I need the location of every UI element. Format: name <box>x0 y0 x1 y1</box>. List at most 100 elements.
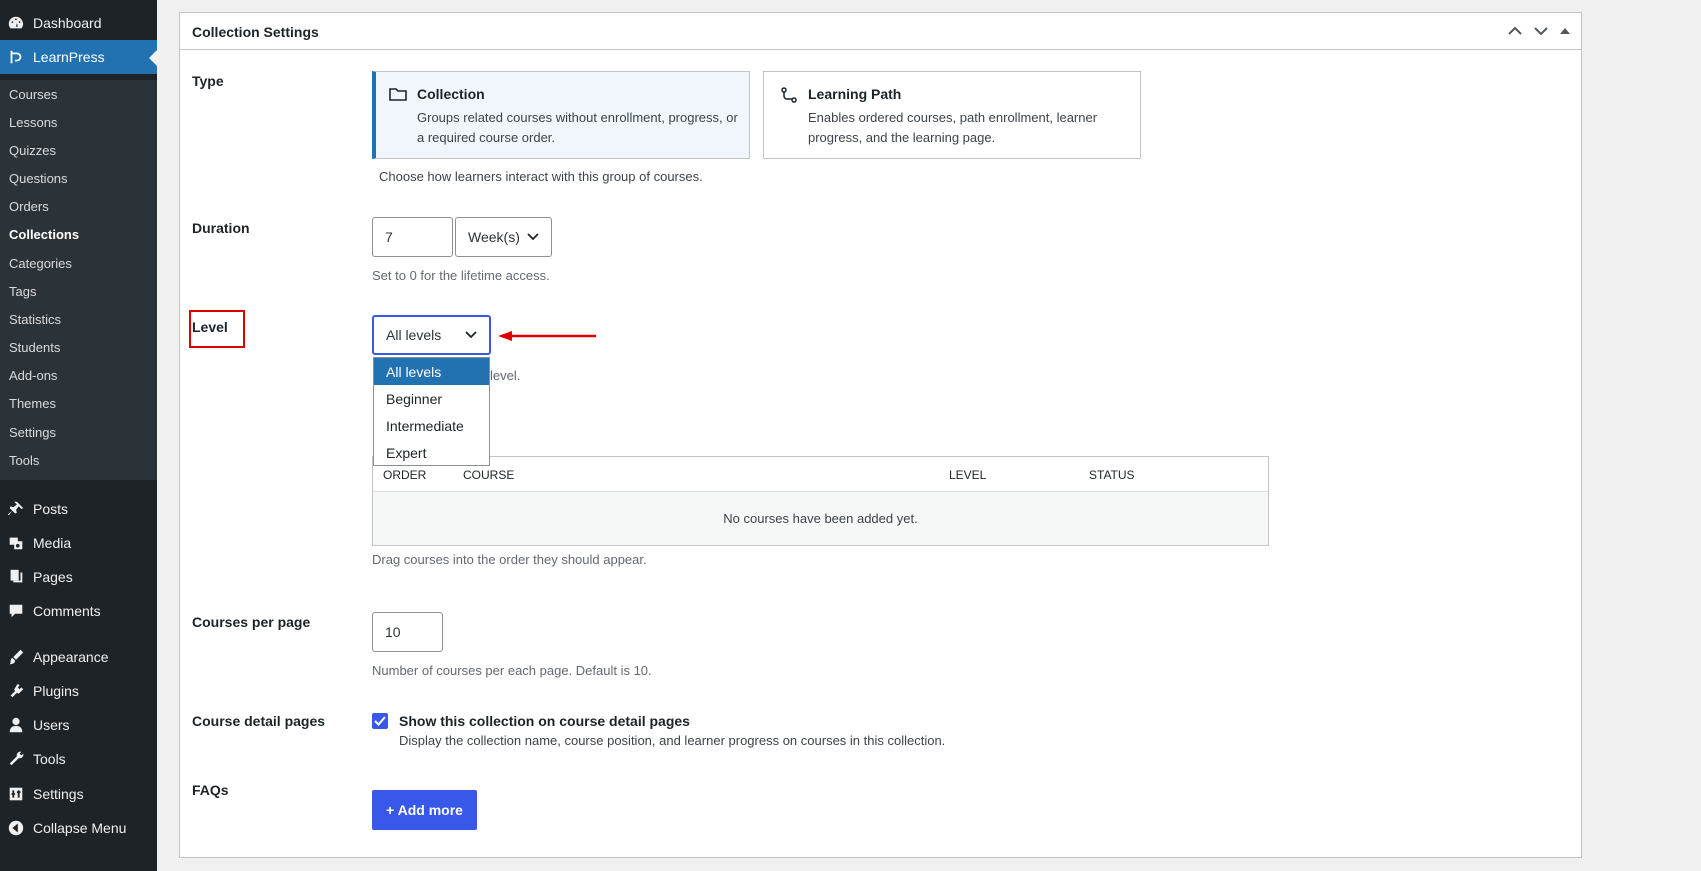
menu-label: Settings <box>33 786 84 802</box>
submenu-collections[interactable]: Collections <box>9 227 79 242</box>
toggle-panel-icon[interactable] <box>1555 21 1575 41</box>
users-icon <box>6 715 26 735</box>
menu-label: LearnPress <box>33 49 105 65</box>
menu-posts[interactable]: Posts <box>0 492 157 526</box>
course-detail-label: Course detail pages <box>192 713 326 729</box>
comments-icon <box>6 601 26 621</box>
duration-label: Duration <box>192 220 250 236</box>
menu-label: Collapse Menu <box>33 820 127 836</box>
annotation-arrow <box>498 331 596 341</box>
duration-help-text: Set to 0 for the lifetime access. <box>372 268 550 283</box>
dashboard-icon <box>6 13 26 33</box>
show-on-course-detail-checkbox[interactable] <box>372 713 388 729</box>
route-icon <box>780 86 798 104</box>
menu-label: Users <box>33 717 70 733</box>
checkbox-label[interactable]: Show this collection on course detail pa… <box>399 713 690 729</box>
submenu-questions[interactable]: Questions <box>9 171 68 186</box>
collapse-icon <box>6 818 26 838</box>
column-header-course: COURSE <box>463 468 515 482</box>
level-select[interactable]: All levels <box>372 315 491 355</box>
menu-label: Plugins <box>33 683 79 699</box>
menu-learnpress[interactable]: LearnPress <box>0 40 157 74</box>
courses-table: ORDER COURSE LEVEL STATUS No courses hav… <box>372 456 1269 546</box>
menu-pages[interactable]: Pages <box>0 560 157 594</box>
metabox-header: Collection Settings <box>180 13 1581 50</box>
submenu-settings[interactable]: Settings <box>9 425 56 440</box>
menu-tools[interactable]: Tools <box>0 742 157 776</box>
menu-appearance[interactable]: Appearance <box>0 640 157 674</box>
admin-sidebar: Dashboard LearnPress Courses Lessons Qui… <box>0 0 157 871</box>
settings-icon <box>6 784 26 804</box>
submenu-courses[interactable]: Courses <box>9 87 57 102</box>
type-option-collection[interactable]: Collection Groups related courses withou… <box>372 71 750 159</box>
submenu-themes[interactable]: Themes <box>9 396 56 411</box>
level-option-all-levels[interactable]: All levels <box>374 358 489 385</box>
menu-label: Appearance <box>33 649 109 665</box>
pin-icon <box>6 499 26 519</box>
metabox-title: Collection Settings <box>192 24 319 40</box>
level-option-expert[interactable]: Expert <box>374 439 489 466</box>
chevron-down-icon <box>527 233 539 241</box>
move-down-icon[interactable] <box>1531 21 1551 41</box>
move-up-icon[interactable] <box>1505 21 1525 41</box>
courses-per-page-help-text: Number of courses per each page. Default… <box>372 663 652 678</box>
courses-table-help-text: Drag courses into the order they should … <box>372 552 647 567</box>
learnpress-icon <box>6 47 26 67</box>
submenu-tools[interactable]: Tools <box>9 453 39 468</box>
submenu-students[interactable]: Students <box>9 340 60 355</box>
menu-label: Pages <box>33 569 73 585</box>
type-option-description: Groups related courses without enrollmen… <box>417 110 738 145</box>
menu-users[interactable]: Users <box>0 708 157 742</box>
level-option-beginner[interactable]: Beginner <box>374 385 489 412</box>
type-option-title: Learning Path <box>808 86 902 102</box>
menu-collapse[interactable]: Collapse Menu <box>0 811 157 845</box>
column-header-level: LEVEL <box>949 468 987 482</box>
submenu-categories[interactable]: Categories <box>9 256 72 271</box>
type-option-title: Collection <box>417 86 485 102</box>
menu-label: Comments <box>33 603 101 619</box>
learnpress-submenu <box>0 80 157 480</box>
courses-per-page-label: Courses per page <box>192 614 311 630</box>
annotation-highlight-box <box>189 310 245 348</box>
menu-label: Media <box>33 535 72 551</box>
course-detail-help-text: Display the collection name, course posi… <box>399 733 946 748</box>
menu-settings[interactable]: Settings <box>0 777 157 811</box>
plugins-icon <box>6 681 26 701</box>
submenu-tags[interactable]: Tags <box>9 284 36 299</box>
submenu-orders[interactable]: Orders <box>9 199 49 214</box>
chevron-down-icon <box>465 331 477 339</box>
submenu-quizzes[interactable]: Quizzes <box>9 143 56 158</box>
level-option-intermediate[interactable]: Intermediate <box>374 412 489 439</box>
duration-unit-value: Week(s) <box>468 229 520 245</box>
checkmark-icon <box>374 716 386 726</box>
add-more-button[interactable]: + Add more <box>372 790 477 830</box>
type-help-text: Choose how learners interact with this g… <box>379 169 703 184</box>
submenu-statistics[interactable]: Statistics <box>9 312 61 327</box>
menu-media[interactable]: Media <box>0 526 157 560</box>
empty-table-message: No courses have been added yet. <box>373 491 1268 545</box>
type-option-description: Enables ordered courses, path enrollment… <box>808 110 1098 145</box>
submenu-add-ons[interactable]: Add-ons <box>9 368 57 383</box>
folder-icon <box>389 86 407 104</box>
menu-label: Dashboard <box>33 15 102 31</box>
courses-per-page-input[interactable]: 10 <box>372 612 443 652</box>
appearance-icon <box>6 647 26 667</box>
duration-unit-select[interactable]: Week(s) <box>455 217 552 257</box>
pages-icon <box>6 567 26 587</box>
media-icon <box>6 533 26 553</box>
menu-dashboard[interactable]: Dashboard <box>0 6 157 40</box>
level-selected-value: All levels <box>386 327 442 343</box>
column-header-status: STATUS <box>1089 468 1135 482</box>
menu-comments[interactable]: Comments <box>0 594 157 628</box>
level-help-text: level. <box>490 368 521 383</box>
menu-label: Tools <box>33 751 66 767</box>
tools-icon <box>6 749 26 769</box>
duration-input[interactable]: 7 <box>372 217 453 257</box>
menu-label: Posts <box>33 501 69 517</box>
faqs-label: FAQs <box>192 782 229 798</box>
menu-plugins[interactable]: Plugins <box>0 674 157 708</box>
submenu-lessons[interactable]: Lessons <box>9 115 57 130</box>
type-label: Type <box>192 73 224 89</box>
type-option-learning-path[interactable]: Learning Path Enables ordered courses, p… <box>763 71 1141 159</box>
level-dropdown-list: All levels Beginner Intermediate Expert <box>373 357 490 466</box>
